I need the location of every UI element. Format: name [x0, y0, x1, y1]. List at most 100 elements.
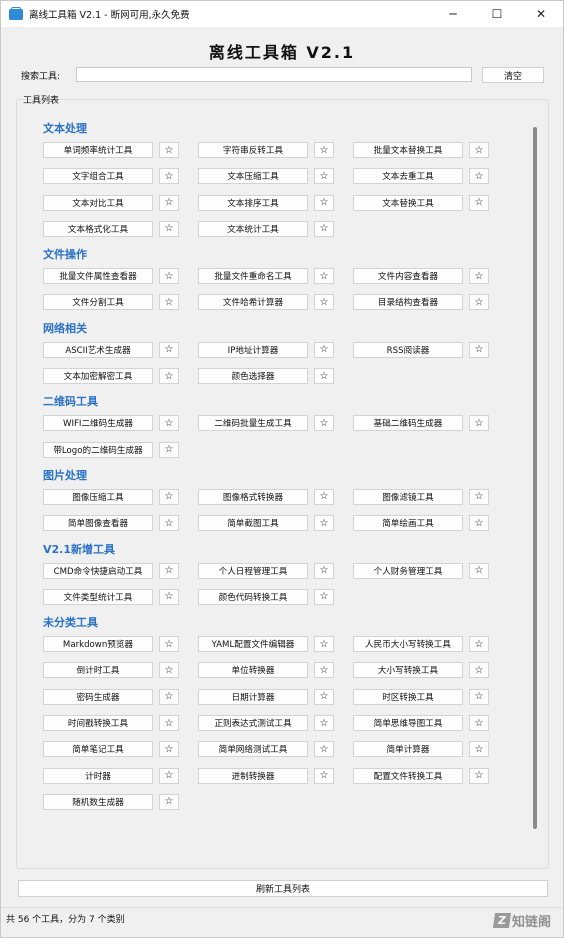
tool-launch-button[interactable]: 图像格式转换器 [198, 488, 308, 505]
tool-launch-button[interactable]: 文件内容查看器 [353, 268, 463, 285]
tool-launch-button[interactable]: 日期计算器 [198, 688, 308, 705]
tool-launch-button[interactable]: ASCII艺术生成器 [43, 341, 153, 358]
tool-launch-button[interactable]: 批量文本替换工具 [353, 142, 463, 158]
favorite-star-icon[interactable]: ☆ [469, 488, 489, 505]
favorite-star-icon[interactable]: ☆ [159, 341, 179, 358]
tool-launch-button[interactable]: 简单网络测试工具 [198, 741, 308, 758]
favorite-star-icon[interactable]: ☆ [314, 220, 334, 237]
tool-launch-button[interactable]: 文本统计工具 [198, 220, 308, 237]
tool-launch-button[interactable]: 人民币大小写转换工具 [353, 636, 463, 653]
favorite-star-icon[interactable]: ☆ [469, 142, 489, 158]
tool-launch-button[interactable]: 文本替换工具 [353, 194, 463, 211]
favorite-star-icon[interactable]: ☆ [314, 636, 334, 653]
tool-launch-button[interactable]: 密码生成器 [43, 688, 153, 705]
tool-launch-button[interactable]: IP地址计算器 [198, 341, 308, 358]
tool-launch-button[interactable]: 配置文件转换工具 [353, 767, 463, 784]
tool-launch-button[interactable]: 文本排序工具 [198, 194, 308, 211]
favorite-star-icon[interactable]: ☆ [314, 415, 334, 432]
favorite-star-icon[interactable]: ☆ [159, 588, 179, 605]
favorite-star-icon[interactable]: ☆ [159, 194, 179, 211]
tool-launch-button[interactable]: WIFI二维码生成器 [43, 415, 153, 432]
tool-launch-button[interactable]: 简单图像查看器 [43, 515, 153, 532]
favorite-star-icon[interactable]: ☆ [314, 662, 334, 679]
favorite-star-icon[interactable]: ☆ [314, 368, 334, 385]
tool-launch-button[interactable]: 正则表达式测试工具 [198, 715, 308, 732]
favorite-star-icon[interactable]: ☆ [469, 294, 489, 311]
favorite-star-icon[interactable]: ☆ [469, 767, 489, 784]
favorite-star-icon[interactable]: ☆ [469, 715, 489, 732]
tool-launch-button[interactable]: 大小写转换工具 [353, 662, 463, 679]
tool-launch-button[interactable]: 图像滤镜工具 [353, 488, 463, 505]
favorite-star-icon[interactable]: ☆ [469, 415, 489, 432]
favorite-star-icon[interactable]: ☆ [314, 341, 334, 358]
tool-launch-button[interactable]: 时区转换工具 [353, 688, 463, 705]
tool-launch-button[interactable]: 文本格式化工具 [43, 220, 153, 237]
tool-launch-button[interactable]: Markdown预览器 [43, 636, 153, 653]
tool-launch-button[interactable]: 倒计时工具 [43, 662, 153, 679]
favorite-star-icon[interactable]: ☆ [314, 194, 334, 211]
close-button[interactable]: ✕ [519, 1, 563, 27]
search-input[interactable] [76, 67, 472, 82]
favorite-star-icon[interactable]: ☆ [159, 741, 179, 758]
favorite-star-icon[interactable]: ☆ [314, 741, 334, 758]
tool-launch-button[interactable]: 图像压缩工具 [43, 488, 153, 505]
favorite-star-icon[interactable]: ☆ [159, 142, 179, 158]
tool-launch-button[interactable]: 个人财务管理工具 [353, 562, 463, 579]
favorite-star-icon[interactable]: ☆ [469, 268, 489, 285]
tool-launch-button[interactable]: CMD命令快捷启动工具 [43, 562, 153, 579]
favorite-star-icon[interactable]: ☆ [314, 142, 334, 158]
tool-launch-button[interactable]: 文本加密解密工具 [43, 368, 153, 385]
tool-launch-button[interactable]: 颜色选择器 [198, 368, 308, 385]
favorite-star-icon[interactable]: ☆ [469, 515, 489, 532]
tool-launch-button[interactable]: 进制转换器 [198, 767, 308, 784]
tool-launch-button[interactable]: 文字组合工具 [43, 168, 153, 185]
favorite-star-icon[interactable]: ☆ [159, 688, 179, 705]
favorite-star-icon[interactable]: ☆ [159, 767, 179, 784]
title-bar[interactable]: 离线工具箱 V2.1 - 断网可用,永久免费 ─ ☐ ✕ [1, 1, 563, 27]
refresh-tool-list-button[interactable]: 刷新工具列表 [18, 880, 548, 897]
tool-launch-button[interactable]: 随机数生成器 [43, 793, 153, 810]
favorite-star-icon[interactable]: ☆ [314, 168, 334, 185]
tool-launch-button[interactable]: 简单计算器 [353, 741, 463, 758]
favorite-star-icon[interactable]: ☆ [159, 168, 179, 185]
favorite-star-icon[interactable]: ☆ [314, 515, 334, 532]
tool-launch-button[interactable]: 二维码批量生成工具 [198, 415, 308, 432]
favorite-star-icon[interactable]: ☆ [469, 662, 489, 679]
favorite-star-icon[interactable]: ☆ [159, 268, 179, 285]
tool-launch-button[interactable]: 简单思维导图工具 [353, 715, 463, 732]
tool-launch-button[interactable]: 单位转换器 [198, 662, 308, 679]
favorite-star-icon[interactable]: ☆ [159, 368, 179, 385]
favorite-star-icon[interactable]: ☆ [314, 588, 334, 605]
favorite-star-icon[interactable]: ☆ [314, 488, 334, 505]
favorite-star-icon[interactable]: ☆ [159, 662, 179, 679]
favorite-star-icon[interactable]: ☆ [469, 562, 489, 579]
tool-launch-button[interactable]: 文件分割工具 [43, 294, 153, 311]
tool-launch-button[interactable]: 计时器 [43, 767, 153, 784]
favorite-star-icon[interactable]: ☆ [469, 636, 489, 653]
favorite-star-icon[interactable]: ☆ [159, 220, 179, 237]
tool-launch-button[interactable]: 文件哈希计算器 [198, 294, 308, 311]
tool-launch-button[interactable]: 带Logo的二维码生成器 [43, 441, 153, 458]
minimize-button[interactable]: ─ [431, 1, 475, 27]
tool-launch-button[interactable]: YAML配置文件编辑器 [198, 636, 308, 653]
favorite-star-icon[interactable]: ☆ [314, 562, 334, 579]
maximize-button[interactable]: ☐ [475, 1, 519, 27]
favorite-star-icon[interactable]: ☆ [469, 341, 489, 358]
favorite-star-icon[interactable]: ☆ [469, 168, 489, 185]
favorite-star-icon[interactable]: ☆ [314, 767, 334, 784]
favorite-star-icon[interactable]: ☆ [159, 636, 179, 653]
favorite-star-icon[interactable]: ☆ [159, 415, 179, 432]
favorite-star-icon[interactable]: ☆ [314, 294, 334, 311]
tool-list-scroll-area[interactable]: 文本处理 单词频率统计工具 ☆ 字符串反转工具 ☆ 批量文本替换工具 ☆ 文字组合工具 ☆ 文本压… [43, 121, 523, 861]
tool-launch-button[interactable]: 文本压缩工具 [198, 168, 308, 185]
clear-button[interactable]: 清空 [482, 67, 544, 83]
tool-launch-button[interactable]: 目录结构查看器 [353, 294, 463, 311]
tool-launch-button[interactable]: 文本去重工具 [353, 168, 463, 185]
favorite-star-icon[interactable]: ☆ [159, 294, 179, 311]
tool-launch-button[interactable]: 基础二维码生成器 [353, 415, 463, 432]
tool-launch-button[interactable]: 颜色代码转换工具 [198, 588, 308, 605]
tool-launch-button[interactable]: 批量文件重命名工具 [198, 268, 308, 285]
favorite-star-icon[interactable]: ☆ [469, 194, 489, 211]
tool-launch-button[interactable]: 简单截图工具 [198, 515, 308, 532]
tool-launch-button[interactable]: 单词频率统计工具 [43, 142, 153, 158]
